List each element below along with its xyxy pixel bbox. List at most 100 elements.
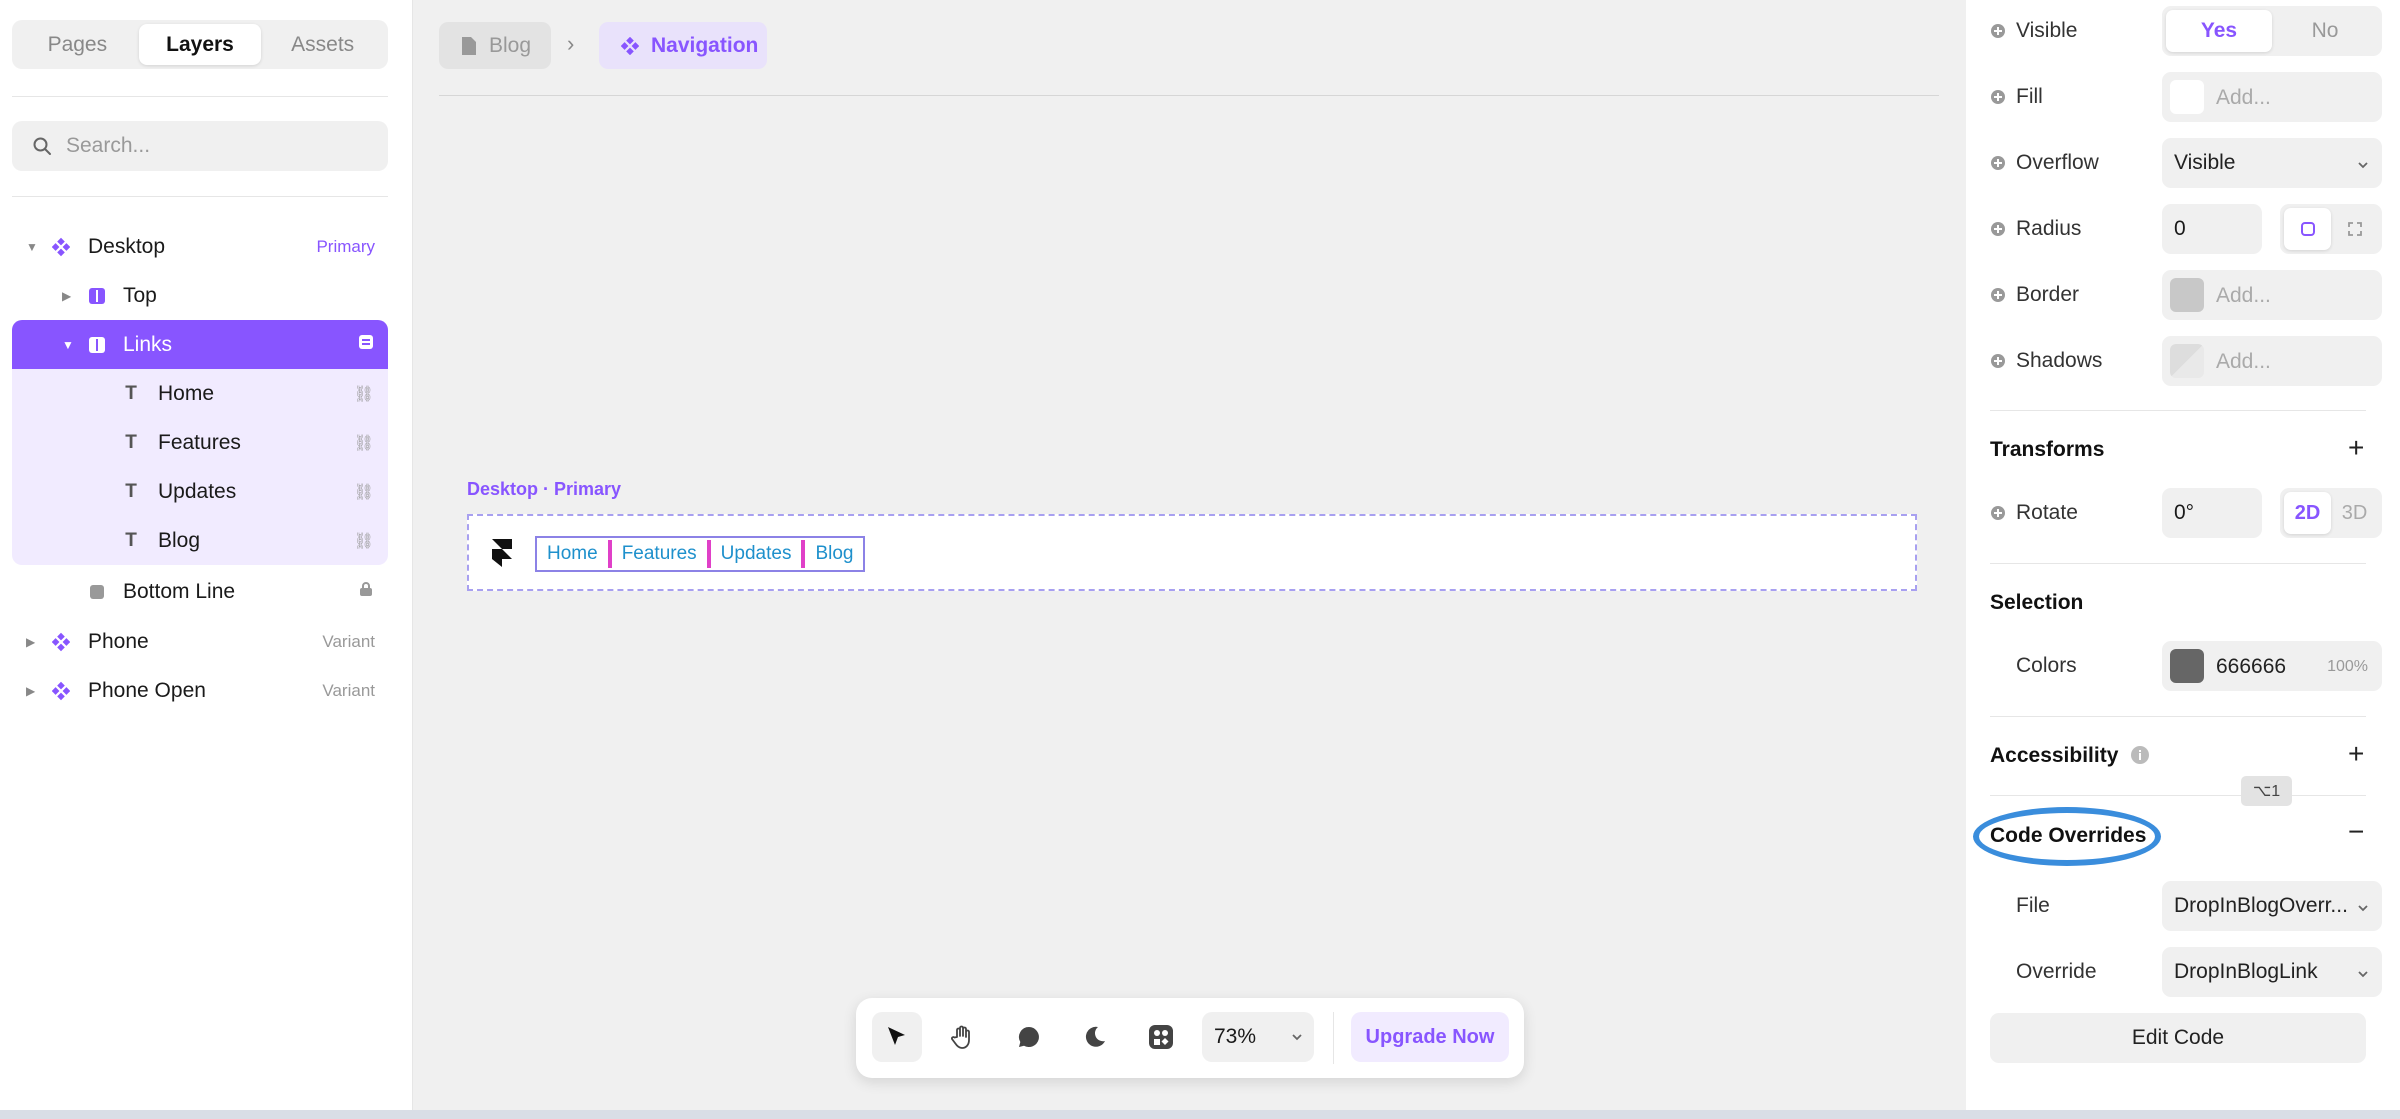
comment-tool-button[interactable] bbox=[1004, 1012, 1054, 1062]
tab-layers[interactable]: Layers bbox=[138, 24, 262, 65]
shadows-input[interactable]: Add... bbox=[2162, 336, 2382, 386]
nav-link-updates[interactable]: Updates bbox=[711, 538, 802, 570]
layer-phone-open[interactable]: ▶ Phone Open Variant bbox=[12, 666, 388, 715]
color-swatch[interactable] bbox=[2170, 80, 2204, 114]
add-accessibility-plus-icon[interactable]: + bbox=[2348, 740, 2364, 768]
search-input[interactable] bbox=[66, 134, 366, 158]
layer-features[interactable]: T Features ⛓ bbox=[12, 418, 388, 467]
border-label: Border bbox=[2016, 283, 2080, 306]
overflow-value: Visible bbox=[2174, 151, 2236, 174]
plus-circle-icon[interactable] bbox=[1990, 353, 2006, 374]
code-override-icon bbox=[358, 334, 374, 355]
visible-no[interactable]: No bbox=[2272, 10, 2378, 52]
caret-down-icon[interactable]: ▼ bbox=[62, 338, 74, 352]
tab-assets[interactable]: Assets bbox=[261, 24, 384, 65]
upgrade-now-button[interactable]: Upgrade Now bbox=[1351, 1012, 1509, 1062]
hand-tool-button[interactable] bbox=[938, 1012, 988, 1062]
selection-color[interactable]: 666666 100% bbox=[2162, 641, 2382, 691]
layer-links[interactable]: ▼ Links bbox=[12, 320, 388, 369]
colors-label: Colors bbox=[2016, 654, 2077, 677]
collapse-minus-icon[interactable]: − bbox=[2348, 818, 2364, 846]
radius-input[interactable]: 0 bbox=[2162, 204, 2262, 254]
override-select[interactable]: DropInBlogLink bbox=[2162, 947, 2382, 997]
caret-right-icon[interactable]: ▶ bbox=[26, 635, 35, 649]
text-icon: T bbox=[125, 529, 137, 551]
override-label: Override bbox=[2016, 960, 2097, 983]
layer-badge: Primary bbox=[316, 236, 375, 256]
layer-label: Features bbox=[158, 430, 241, 454]
chevron-down-icon bbox=[2356, 154, 2370, 178]
plus-circle-icon[interactable] bbox=[1990, 89, 2006, 110]
layer-label: Phone bbox=[88, 629, 149, 653]
text-icon: T bbox=[125, 480, 137, 502]
layer-label: Blog bbox=[158, 528, 201, 552]
search-box[interactable] bbox=[12, 121, 388, 171]
radius-all-icon[interactable] bbox=[2284, 208, 2331, 250]
moon-icon bbox=[1085, 1026, 1105, 1047]
search-icon bbox=[32, 136, 52, 156]
properties-panel: Visible Yes No Fill Add... Overflow Visi… bbox=[1966, 0, 2400, 1119]
select-tool-button[interactable] bbox=[872, 1012, 922, 1062]
layer-top[interactable]: ▶ Top bbox=[12, 271, 388, 320]
framer-logo-icon[interactable] bbox=[491, 538, 513, 573]
frame-label[interactable]: Desktop · Primary bbox=[467, 479, 621, 500]
nav-links-stack[interactable]: Home Features Updates Blog bbox=[535, 536, 866, 572]
link-icon: ⛓ bbox=[353, 434, 374, 452]
caret-down-icon[interactable]: ▼ bbox=[26, 240, 38, 254]
divider bbox=[1990, 563, 2366, 564]
canvas[interactable]: Blog › Navigation Desktop · Primary Home… bbox=[414, 0, 1966, 1119]
plus-circle-icon[interactable] bbox=[1990, 287, 2006, 308]
color-swatch[interactable] bbox=[2170, 278, 2204, 312]
plus-circle-icon[interactable] bbox=[1990, 221, 2006, 242]
mode-2d[interactable]: 2D bbox=[2284, 492, 2331, 534]
caret-right-icon[interactable]: ▶ bbox=[26, 684, 35, 698]
dark-mode-button[interactable] bbox=[1070, 1012, 1120, 1062]
component-icon bbox=[52, 681, 70, 700]
layer-desktop[interactable]: ▼ Desktop Primary bbox=[12, 222, 388, 271]
plus-circle-icon[interactable] bbox=[1990, 505, 2006, 526]
visible-label: Visible bbox=[2016, 19, 2078, 42]
layer-updates[interactable]: T Updates ⛓ bbox=[12, 467, 388, 516]
window-bottom-edge bbox=[0, 1110, 2400, 1119]
plus-circle-icon[interactable] bbox=[1990, 23, 2006, 44]
components-button[interactable] bbox=[1136, 1012, 1186, 1062]
nav-link-features[interactable]: Features bbox=[612, 538, 707, 570]
caret-right-icon[interactable]: ▶ bbox=[62, 289, 71, 303]
layer-label: Links bbox=[123, 332, 173, 356]
info-icon[interactable] bbox=[2130, 745, 2150, 770]
fill-label: Fill bbox=[2016, 85, 2043, 108]
transforms-title: Transforms bbox=[1990, 438, 2105, 461]
zoom-select[interactable]: 73% bbox=[1202, 1012, 1314, 1062]
border-input[interactable]: Add... bbox=[2162, 270, 2382, 320]
layer-phone[interactable]: ▶ Phone Variant bbox=[12, 617, 388, 666]
breadcrumb-blog[interactable]: Blog bbox=[439, 22, 551, 69]
plus-circle-icon[interactable] bbox=[1990, 155, 2006, 176]
breadcrumb-navigation[interactable]: Navigation bbox=[599, 22, 767, 69]
visible-yes[interactable]: Yes bbox=[2166, 10, 2272, 52]
shadow-swatch[interactable] bbox=[2170, 344, 2204, 378]
desktop-frame[interactable]: Home Features Updates Blog bbox=[467, 514, 1917, 591]
divider bbox=[1990, 795, 2366, 796]
tab-pages[interactable]: Pages bbox=[16, 24, 139, 65]
color-swatch[interactable] bbox=[2170, 649, 2204, 683]
edit-code-button[interactable]: Edit Code bbox=[1990, 1013, 2366, 1063]
radius-mode bbox=[2280, 204, 2382, 254]
fill-input[interactable]: Add... bbox=[2162, 72, 2382, 122]
file-select[interactable]: DropInBlogOverr... bbox=[2162, 881, 2382, 931]
visible-toggle: Yes No bbox=[2162, 6, 2382, 56]
layer-blog[interactable]: T Blog ⛓ bbox=[12, 516, 388, 565]
zoom-value: 73% bbox=[1214, 1025, 1257, 1048]
add-transform-plus-icon[interactable]: + bbox=[2348, 434, 2364, 462]
mode-3d[interactable]: 3D bbox=[2331, 492, 2378, 534]
radius-individual-icon[interactable] bbox=[2331, 208, 2378, 250]
divider bbox=[1990, 410, 2366, 411]
layer-home[interactable]: T Home ⛓ bbox=[12, 369, 388, 418]
nav-link-home[interactable]: Home bbox=[537, 538, 608, 570]
fill-placeholder: Add... bbox=[2216, 86, 2271, 109]
layer-bottom-line[interactable]: Bottom Line bbox=[12, 567, 388, 616]
rotate-input[interactable]: 0° bbox=[2162, 488, 2262, 538]
rotate-label: Rotate bbox=[2016, 501, 2078, 524]
lock-icon[interactable] bbox=[358, 581, 374, 602]
overflow-select[interactable]: Visible bbox=[2162, 138, 2382, 188]
nav-link-blog[interactable]: Blog bbox=[805, 538, 863, 570]
